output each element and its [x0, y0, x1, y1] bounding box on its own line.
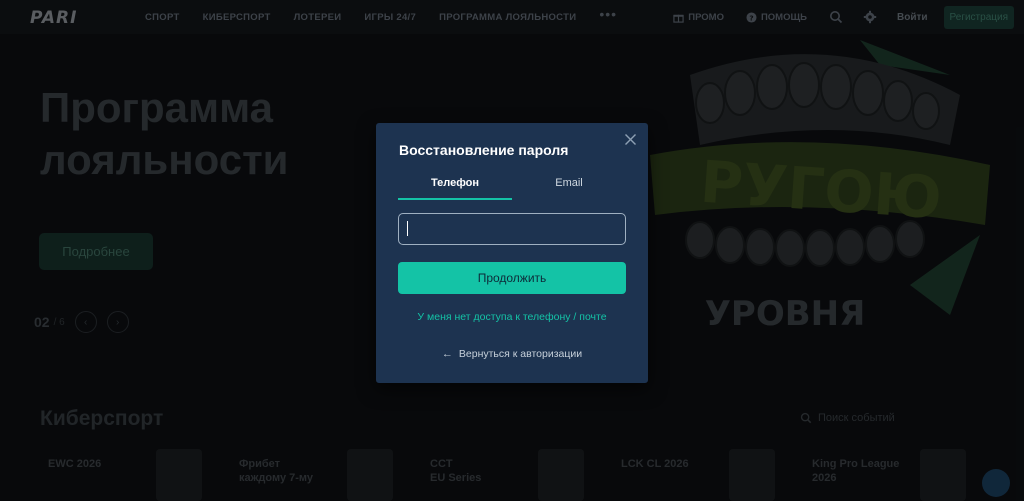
recovery-method-tabs: Телефон Email [398, 175, 626, 200]
phone-input[interactable] [398, 213, 626, 245]
back-to-login-link[interactable]: ← Вернуться к авторизации [376, 348, 648, 360]
tab-email[interactable]: Email [512, 175, 626, 200]
close-icon[interactable] [624, 133, 637, 146]
back-to-login-label: Вернуться к авторизации [458, 348, 583, 360]
text-cursor [407, 221, 408, 236]
modal-title: Восстановление пароля [399, 142, 569, 158]
continue-button[interactable]: Продолжить [398, 262, 626, 294]
tab-phone[interactable]: Телефон [398, 175, 512, 200]
arrow-left-icon: ← [441, 348, 453, 360]
no-access-link[interactable]: У меня нет доступа к телефону / почте [376, 311, 648, 323]
password-recovery-modal: Восстановление пароля Телефон Email Прод… [376, 123, 648, 383]
